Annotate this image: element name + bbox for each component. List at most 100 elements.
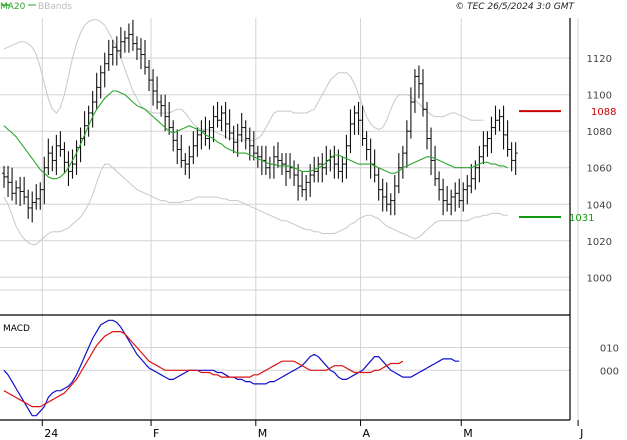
price-bar <box>6 165 11 197</box>
price-bar <box>195 127 200 157</box>
price-bar <box>284 153 289 186</box>
price-axis: 1120 1100 1080 1060 1040 1020 1000 <box>587 54 612 284</box>
price-bar <box>255 145 260 168</box>
price-bar <box>243 120 248 150</box>
chart-canvas: MA20 BBands © TEC 26/5/2024 3:0 GMT 1088… <box>0 2 619 440</box>
price-bar <box>14 180 19 205</box>
price-bar <box>481 131 486 165</box>
ma20-legend-label: MA20 <box>0 2 26 12</box>
price-bar <box>304 175 309 201</box>
macd-title: MACD <box>3 324 30 334</box>
price-bar <box>143 39 148 75</box>
chart-header: MA20 BBands © TEC 26/5/2024 3:0 GMT <box>0 2 576 12</box>
price-tick-label: 1060 <box>587 164 612 175</box>
month-tick-label: M <box>463 427 473 440</box>
price-tick-label: 1080 <box>587 127 612 138</box>
price-bar <box>126 23 131 53</box>
price-bar <box>352 105 357 135</box>
bbands-upper-line <box>3 19 484 141</box>
price-bar <box>130 19 135 51</box>
price-bar <box>263 145 268 176</box>
price-bar <box>227 109 232 141</box>
price-bar <box>380 178 385 212</box>
price-bar <box>279 153 284 176</box>
price-bar <box>215 102 220 128</box>
price-bar <box>461 182 466 212</box>
macd-tick-label: 000 <box>600 366 619 377</box>
price-gridlines <box>0 18 579 420</box>
month-tick-label: J <box>579 427 583 440</box>
support-level-label: 1031 <box>569 213 594 224</box>
price-tick-label: 1100 <box>587 91 612 102</box>
price-bar <box>219 105 224 132</box>
price-bar <box>22 176 27 205</box>
month-tick-label: F <box>153 427 159 440</box>
bbands-legend-label: BBands <box>38 2 72 12</box>
price-bar <box>94 72 99 110</box>
price-bar <box>493 105 498 135</box>
price-bar <box>171 120 176 152</box>
price-bar <box>110 39 115 66</box>
price-bar <box>332 145 337 179</box>
price-bar <box>199 120 204 150</box>
macd-panel: MACD 010 000 <box>0 319 619 417</box>
price-bar <box>437 171 442 201</box>
price-bar <box>134 36 139 60</box>
price-bar <box>392 175 397 216</box>
month-tick-label: A <box>363 427 371 440</box>
price-bar <box>360 105 365 146</box>
month-tick-label: 24 <box>44 427 58 440</box>
month-tick-label: M <box>258 427 268 440</box>
price-tick-label: 1000 <box>587 273 612 284</box>
price-bars <box>2 19 518 223</box>
price-bar <box>453 182 458 212</box>
copyright-text: © TEC 26/5/2024 3:0 GMT <box>455 2 575 12</box>
price-bar <box>46 138 51 176</box>
price-bar <box>336 149 341 179</box>
price-bar <box>420 69 425 117</box>
price-bar <box>106 39 111 71</box>
price-bar <box>396 153 401 194</box>
price-bar <box>2 165 7 188</box>
price-bar <box>485 131 490 157</box>
macd-tick-label: 010 <box>600 344 619 355</box>
price-bar <box>30 191 35 223</box>
price-bar <box>505 120 510 157</box>
price-bar <box>376 167 381 201</box>
price-bar <box>308 164 313 197</box>
macd-axis: 010 000 <box>600 344 619 378</box>
price-bar <box>292 160 297 186</box>
price-bar <box>400 145 405 179</box>
price-bar <box>356 102 361 135</box>
price-bar <box>340 156 345 183</box>
price-bar <box>138 38 143 70</box>
price-tick-label: 1120 <box>587 54 612 65</box>
price-bar <box>82 111 87 146</box>
price-bar <box>147 60 152 92</box>
price-tick-label: 1040 <box>587 200 612 211</box>
price-bar <box>191 131 196 165</box>
price-bar <box>54 134 59 176</box>
price-bar <box>364 131 369 161</box>
price-bar <box>497 109 502 132</box>
price-bar <box>34 184 39 210</box>
price-bar <box>183 153 188 176</box>
price-bar <box>368 138 373 179</box>
price-bar <box>465 175 470 205</box>
price-bar <box>151 69 156 106</box>
price-bar <box>18 176 23 207</box>
price-bar <box>90 91 95 128</box>
price-bar <box>74 140 79 176</box>
price-bar <box>58 131 63 157</box>
time-axis: 24 F M A M J <box>41 420 583 440</box>
price-bar <box>449 189 454 216</box>
price-bar <box>10 167 15 201</box>
price-tick-label: 1020 <box>587 237 612 248</box>
price-bar <box>155 76 160 110</box>
price-bar <box>179 134 184 168</box>
price-bar <box>122 30 127 53</box>
price-bar <box>457 178 462 208</box>
price-bar <box>316 156 321 183</box>
signal-line <box>3 331 404 408</box>
price-bar <box>501 105 506 150</box>
